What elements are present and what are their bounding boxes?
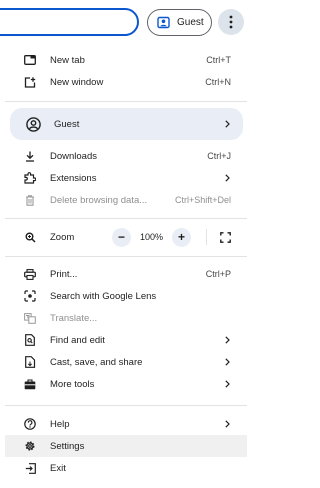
menu-label: Downloads	[50, 150, 97, 162]
menu-shortcut: Ctrl+J	[207, 151, 231, 161]
browser-toolbar: Guest	[0, 0, 260, 40]
menu-item-translate: Translate...	[5, 307, 247, 329]
translate-icon	[23, 311, 37, 325]
menu-shortcut: Ctrl+T	[206, 55, 231, 65]
zoom-separator	[206, 229, 207, 245]
menu-item-delete-browsing-data: Delete browsing data... Ctrl+Shift+Del	[5, 189, 247, 211]
zoom-out-glyph: −	[117, 230, 125, 244]
trash-icon	[23, 193, 37, 207]
guest-profile-icon	[25, 116, 41, 132]
menu-item-google-lens[interactable]: Search with Google Lens	[5, 285, 247, 307]
menu-label: Search with Google Lens	[50, 290, 157, 302]
print-icon	[23, 267, 37, 281]
chevron-right-icon	[223, 419, 231, 429]
chevron-right-icon	[223, 335, 231, 345]
gear-icon	[23, 439, 37, 453]
find-in-page-icon	[23, 333, 37, 347]
more-menu-button[interactable]	[218, 9, 244, 35]
toolbox-icon	[23, 377, 37, 391]
menu-item-find-and-edit[interactable]: Find and edit	[5, 329, 247, 351]
menu-label: More tools	[50, 378, 95, 390]
zoom-in-glyph: +	[177, 230, 185, 244]
menu-item-cast-save-share[interactable]: Cast, save, and share	[5, 351, 247, 373]
guest-chip-label: Guest	[177, 17, 204, 28]
chevron-right-icon	[223, 357, 231, 367]
menu-item-settings[interactable]: Settings	[5, 435, 247, 457]
chevron-right-icon	[223, 379, 231, 389]
menu-shortcut: Ctrl+P	[205, 269, 231, 279]
menu-item-new-tab[interactable]: New tab Ctrl+T	[5, 49, 247, 71]
guest-profile-chip[interactable]: Guest	[147, 9, 212, 36]
menu-label: Print...	[50, 268, 78, 280]
menu-label: Cast, save, and share	[50, 356, 143, 368]
zoom-in-button[interactable]: +	[172, 227, 191, 247]
menu-label: Delete browsing data...	[50, 194, 148, 206]
menu-label: Exit	[50, 462, 66, 474]
cast-save-share-icon	[23, 355, 37, 369]
lens-icon	[23, 289, 37, 303]
zoom-level: 100%	[139, 232, 164, 242]
menu-divider	[5, 218, 247, 219]
fullscreen-icon	[219, 231, 231, 243]
help-icon	[23, 417, 37, 431]
menu-label: Zoom	[50, 231, 75, 243]
new-window-icon	[23, 75, 37, 89]
menu-divider	[5, 256, 247, 257]
chevron-right-icon	[223, 173, 231, 183]
menu-item-print[interactable]: Print... Ctrl+P	[5, 263, 247, 285]
menu-divider	[5, 101, 247, 102]
more-vert-icon	[229, 15, 233, 29]
zoom-controls: − 100% +	[112, 226, 191, 248]
guest-avatar-icon	[156, 16, 170, 30]
menu-label: Translate...	[50, 312, 98, 324]
zoom-out-button[interactable]: −	[112, 227, 131, 247]
download-icon	[23, 149, 37, 163]
menu-label: Extensions	[50, 172, 97, 184]
app-menu: New tab Ctrl+T New window Ctrl+N Guest D…	[5, 40, 247, 488]
menu-shortcut: Ctrl+N	[205, 77, 231, 87]
zoom-magnifier-icon	[23, 230, 37, 244]
menu-label: New window	[50, 76, 104, 88]
menu-item-zoom: Zoom − 100% +	[5, 226, 247, 248]
menu-item-help[interactable]: Help	[5, 413, 247, 435]
menu-item-exit[interactable]: Exit	[5, 457, 247, 479]
menu-item-guest-profile[interactable]: Guest	[10, 108, 243, 140]
menu-label: Help	[50, 418, 70, 430]
menu-label: Guest	[54, 118, 80, 130]
menu-shortcut: Ctrl+Shift+Del	[174, 195, 231, 205]
new-tab-icon	[23, 53, 37, 67]
extension-puzzle-icon	[23, 171, 37, 185]
menu-label: Settings	[50, 440, 85, 452]
menu-item-extensions[interactable]: Extensions	[5, 167, 247, 189]
menu-label: New tab	[50, 54, 85, 66]
chevron-right-icon	[223, 119, 231, 129]
address-bar[interactable]	[0, 8, 139, 36]
menu-divider	[5, 405, 247, 406]
menu-item-more-tools[interactable]: More tools	[5, 373, 247, 395]
menu-label: Find and edit	[50, 334, 105, 346]
exit-icon	[23, 461, 37, 475]
fullscreen-button[interactable]	[213, 225, 237, 249]
menu-item-new-window[interactable]: New window Ctrl+N	[5, 71, 247, 93]
menu-item-downloads[interactable]: Downloads Ctrl+J	[5, 145, 247, 167]
